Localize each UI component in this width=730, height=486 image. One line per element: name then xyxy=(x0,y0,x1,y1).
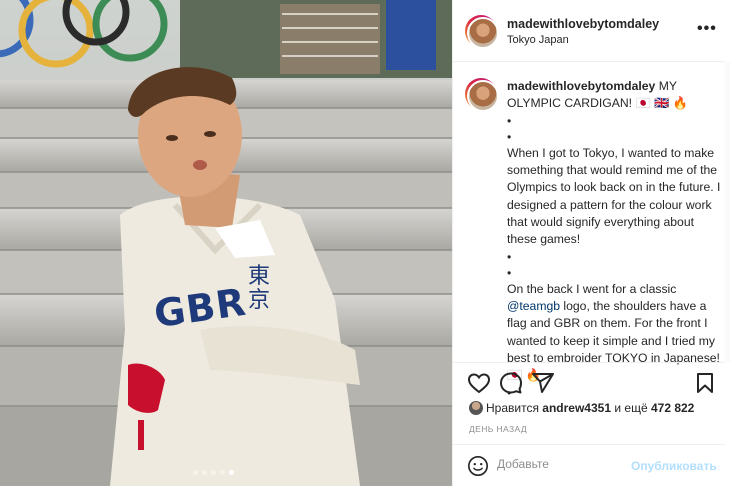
likes-summary[interactable]: Нравится andrew4351 и ещё 472 822 xyxy=(469,401,694,415)
more-options-button[interactable]: ••• xyxy=(697,20,717,38)
carousel-dot-active xyxy=(229,470,234,475)
caption-bullet: • xyxy=(507,265,512,280)
likes-prefix: Нравится xyxy=(486,401,539,415)
caption-headline: madewithlovebytomdaley MY OLYMPIC CARDIG… xyxy=(507,78,723,113)
carousel-dot xyxy=(211,470,216,475)
post-header: madewithlovebytomdaley Tokyo Japan ••• xyxy=(453,0,725,62)
emoji-icon[interactable] xyxy=(467,455,489,477)
liker-username[interactable]: andrew4351 xyxy=(542,401,611,415)
caption-scrollbar[interactable] xyxy=(725,62,730,362)
author-username[interactable]: madewithlovebytomdaley xyxy=(507,17,659,31)
caption-avatar[interactable] xyxy=(465,78,499,112)
post-comment-button[interactable]: Опубликовать xyxy=(631,459,717,473)
photo-scene xyxy=(0,0,452,486)
sweater-kanji-text: 東京 xyxy=(248,264,271,314)
post-timestamp[interactable]: ДЕНЬ НАЗАД xyxy=(469,424,527,434)
caption-username[interactable]: madewithlovebytomdaley xyxy=(507,79,655,93)
caption-bullet: • xyxy=(507,129,512,144)
heart-icon[interactable] xyxy=(467,371,491,395)
carousel-dot xyxy=(202,470,207,475)
post-location[interactable]: Tokyo Japan xyxy=(507,34,569,46)
caption-paragraph-2-start: On the back I went for a classic xyxy=(507,281,677,296)
post-side-panel: madewithlovebytomdaley Tokyo Japan ••• m… xyxy=(452,0,730,486)
post-photo[interactable]: GBR 東京 xyxy=(0,0,452,486)
post-caption: madewithlovebytomdaley MY OLYMPIC CARDIG… xyxy=(507,78,723,401)
carousel-dot xyxy=(193,470,198,475)
comment-box: Опубликовать xyxy=(453,444,725,486)
caption-bullet: • xyxy=(507,249,512,264)
caption-bullet: • xyxy=(507,113,512,128)
likes-middle: и ещё xyxy=(614,401,648,415)
more-icon: ••• xyxy=(697,20,717,37)
action-bar xyxy=(453,362,725,402)
comment-icon[interactable] xyxy=(499,371,523,395)
carousel-dots xyxy=(193,470,234,475)
teamgb-mention-link[interactable]: @teamgb xyxy=(507,299,560,313)
carousel-dot xyxy=(220,470,225,475)
likes-count[interactable]: 472 822 xyxy=(651,401,694,415)
author-avatar[interactable] xyxy=(465,15,499,49)
bookmark-icon[interactable] xyxy=(693,371,717,395)
liker-avatar xyxy=(469,401,483,415)
share-icon[interactable] xyxy=(531,371,555,395)
caption-paragraph-1: When I got to Tokyo, I wanted to make so… xyxy=(507,145,721,247)
